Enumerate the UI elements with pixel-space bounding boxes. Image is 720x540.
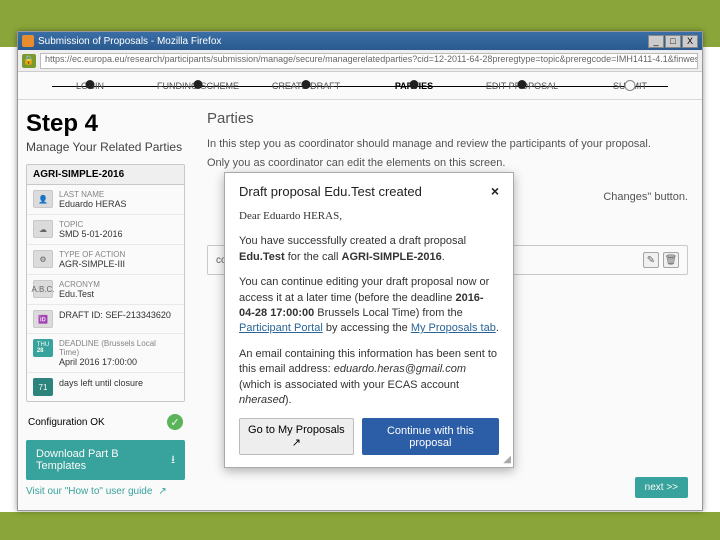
gear-icon: ⚙ (33, 250, 53, 268)
draft-created-modal: Draft proposal Edu.Test created × Dear E… (224, 172, 514, 468)
go-to-my-proposals-button[interactable]: Go to My Proposals ↗ (239, 418, 354, 455)
lock-icon: 🔒 (22, 54, 36, 68)
cloud-icon: ☁ (33, 220, 53, 238)
minimize-button[interactable]: _ (648, 35, 664, 48)
config-status: Configuration OK ✓ (26, 410, 185, 434)
user-guide-link[interactable]: Visit our "How to" user guide ↗ (26, 486, 185, 497)
days-left-icon: 71 (33, 378, 53, 396)
resize-handle-icon[interactable]: ◢ (503, 454, 511, 465)
download-templates-button[interactable]: Download Part B Templates ⭳ (26, 440, 185, 480)
external-link-icon: ↗ (158, 486, 166, 497)
modal-close-button[interactable]: × (491, 183, 499, 199)
firefox-icon (22, 35, 34, 47)
participant-portal-link[interactable]: Participant Portal (239, 322, 323, 334)
my-proposals-tab-link[interactable]: My Proposals tab (411, 322, 496, 334)
id-icon: 🆔 (33, 310, 53, 328)
info-row-days-left: 71 days left until closure (27, 373, 184, 401)
progress-stepper: LOGIN FUNDING SCHEME CREATE DRAFT PARTIE… (18, 72, 702, 100)
step-funding[interactable]: FUNDING SCHEME (144, 81, 252, 91)
check-icon: ✓ (167, 414, 183, 430)
download-icon: ⭳ (171, 451, 175, 470)
step-parties[interactable]: PARTIES (360, 81, 468, 91)
continue-proposal-button[interactable]: Continue with this proposal (362, 418, 499, 455)
modal-title: Draft proposal Edu.Test created (239, 184, 422, 199)
info-row-acronym: A.B.C. ACRONYMEdu.Test (27, 275, 184, 305)
step-edit-proposal[interactable]: EDIT PROPOSAL (468, 81, 576, 91)
info-row-deadline: THU28 DEADLINE (Brussels Local Time)Apri… (27, 334, 184, 373)
page-desc-1: In this step you as coordinator should m… (207, 137, 688, 152)
info-row-draft-id: 🆔 DRAFT ID: SEF-213343620 (27, 305, 184, 334)
info-row-user: 👤 LAST NAMEEduardo HERAS (27, 185, 184, 215)
url-field[interactable]: https://ec.europa.eu/research/participan… (40, 53, 698, 69)
edit-icon[interactable]: ✎ (643, 252, 659, 268)
step-subheading: Manage Your Related Parties (26, 140, 185, 154)
step-login[interactable]: LOGIN (36, 81, 144, 91)
delete-icon[interactable]: 🗑 (663, 252, 679, 268)
proposal-info-box: AGRI-SIMPLE-2016 👤 LAST NAMEEduardo HERA… (26, 164, 185, 402)
calendar-icon: THU28 (33, 339, 53, 357)
modal-success-text: You have successfully created a draft pr… (239, 234, 499, 265)
maximize-button[interactable]: □ (665, 35, 681, 48)
modal-email-text: An email containing this information has… (239, 347, 499, 409)
modal-continue-text: You can continue editing your draft prop… (239, 275, 499, 337)
step-submit[interactable]: SUBMIT (576, 81, 684, 91)
browser-window: Submission of Proposals - Mozilla Firefo… (17, 31, 703, 511)
person-icon: 👤 (33, 190, 53, 208)
urlbar: 🔒 https://ec.europa.eu/research/particip… (18, 50, 702, 72)
info-row-topic: ☁ TOPICSMD 5-01-2016 (27, 215, 184, 245)
info-row-toa: ⚙ TYPE OF ACTIONAGR-SIMPLE-III (27, 245, 184, 275)
close-window-button[interactable]: X (682, 35, 698, 48)
step-create-draft[interactable]: CREATE DRAFT (252, 81, 360, 91)
modal-greeting: Dear Eduardo HERAS, (239, 209, 499, 224)
page-title: Parties (207, 110, 688, 127)
window-title: Submission of Proposals - Mozilla Firefo… (38, 36, 221, 47)
page-desc-2: Only you as coordinator can edit the ele… (207, 156, 688, 171)
step-heading: Step 4 (26, 110, 185, 138)
next-button[interactable]: next >> (635, 477, 688, 498)
abc-icon: A.B.C. (33, 280, 53, 298)
left-panel: Step 4 Manage Your Related Parties AGRI-… (18, 100, 193, 510)
window-titlebar: Submission of Proposals - Mozilla Firefo… (18, 32, 702, 50)
call-code: AGRI-SIMPLE-2016 (27, 165, 184, 185)
